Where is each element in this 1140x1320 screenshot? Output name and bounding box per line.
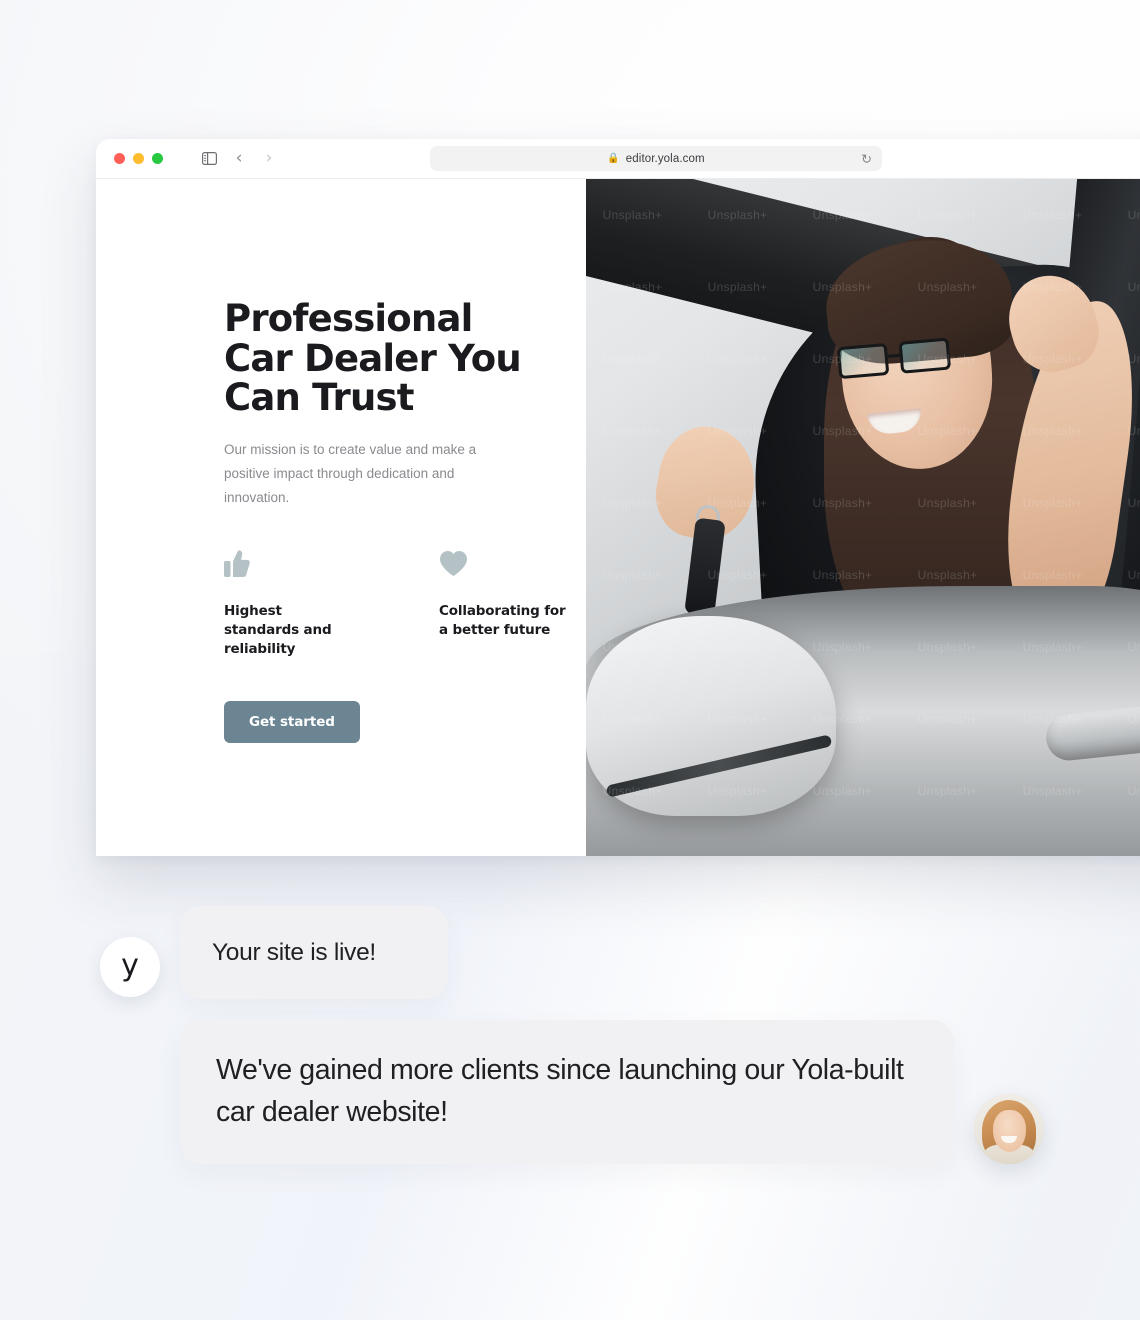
chat-message-yola: Your site is live! bbox=[180, 906, 448, 999]
address-bar[interactable]: 🔒 editor.yola.com ↻ bbox=[430, 146, 882, 171]
reload-icon[interactable]: ↻ bbox=[861, 152, 872, 165]
forward-button[interactable]: › bbox=[256, 146, 282, 172]
browser-nav-group: ‹ › bbox=[196, 146, 282, 172]
chevron-right-icon: › bbox=[265, 148, 273, 168]
glasses-lens-right bbox=[898, 337, 952, 374]
thumbs-up-icon bbox=[224, 550, 359, 580]
hero-image: Unsplash+ Unsplash+ Unsplash+ Unsplash+ … bbox=[586, 179, 1140, 856]
browser-titlebar: ‹ › 🔒 editor.yola.com ↻ bbox=[96, 139, 1140, 179]
feature-label: Collaborating for a better future bbox=[439, 602, 566, 638]
feature-list: Highest standards and reliability Collab… bbox=[224, 550, 586, 659]
back-button[interactable]: ‹ bbox=[226, 146, 252, 172]
feature-label: Highest standards and reliability bbox=[224, 602, 332, 658]
avatar-face bbox=[993, 1110, 1026, 1152]
yola-logo-letter: y bbox=[121, 948, 139, 983]
maximize-window-button[interactable] bbox=[152, 153, 163, 164]
feature-item: Collaborating for a better future bbox=[439, 550, 574, 659]
heart-icon bbox=[439, 550, 574, 580]
url-text: editor.yola.com bbox=[625, 152, 705, 165]
feature-item: Highest standards and reliability bbox=[224, 550, 359, 659]
glasses-lens-left bbox=[836, 342, 890, 380]
page-title: Professional Car Dealer You Can Trust bbox=[224, 297, 522, 420]
yola-brand-avatar: y bbox=[100, 937, 160, 997]
lock-icon: 🔒 bbox=[607, 152, 620, 164]
hero-photo: Unsplash+ Unsplash+ Unsplash+ Unsplash+ … bbox=[586, 179, 1140, 856]
hero-text-column: Professional Car Dealer You Can Trust Ou… bbox=[96, 179, 586, 856]
chevron-left-icon: ‹ bbox=[235, 148, 243, 168]
site-preview: Professional Car Dealer You Can Trust Ou… bbox=[96, 179, 1140, 856]
window-traffic-lights[interactable] bbox=[114, 153, 163, 164]
get-started-button[interactable]: Get started bbox=[224, 701, 360, 744]
chat-message-user: We've gained more clients since launchin… bbox=[180, 1020, 954, 1164]
user-avatar bbox=[974, 1094, 1044, 1164]
sidebar-icon[interactable] bbox=[196, 146, 222, 172]
close-window-button[interactable] bbox=[114, 153, 125, 164]
hero-subtitle: Our mission is to create value and make … bbox=[224, 441, 477, 505]
browser-window: ‹ › 🔒 editor.yola.com ↻ Professional Car… bbox=[96, 139, 1140, 856]
minimize-window-button[interactable] bbox=[133, 153, 144, 164]
